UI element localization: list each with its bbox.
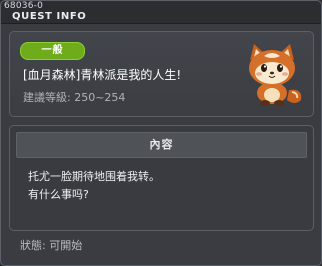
quest-summary-card: 一般 [血月森林]青林派是我的人生! 建議等級: 250~254 — [9, 31, 314, 117]
content-header: 內容 — [16, 132, 307, 158]
quest-content-panel: 內容 托尤一脸期待地围着我转。 有什么事吗? — [9, 125, 314, 231]
recommended-level: 建議等級: 250~254 — [23, 91, 126, 104]
quest-title: [血月森林]青林派是我的人生! — [23, 68, 182, 82]
quest-id: 68036-0 — [4, 1, 44, 11]
quest-status: 狀態: 可開始 — [20, 239, 83, 252]
quest-type-badge: 一般 — [20, 42, 85, 60]
quest-info-window: 68036-0 QUEST INFO 一般 [血月森林]青林派是我的人生! 建議… — [0, 0, 322, 266]
title-bar[interactable]: 68036-0 QUEST INFO — [1, 1, 321, 24]
content-line: 托尤一脸期待地围着我转。 — [28, 170, 160, 183]
red-panda-npc-icon — [249, 44, 302, 106]
content-line: 有什么事吗? — [28, 188, 89, 201]
window-title: QUEST INFO — [12, 11, 87, 22]
